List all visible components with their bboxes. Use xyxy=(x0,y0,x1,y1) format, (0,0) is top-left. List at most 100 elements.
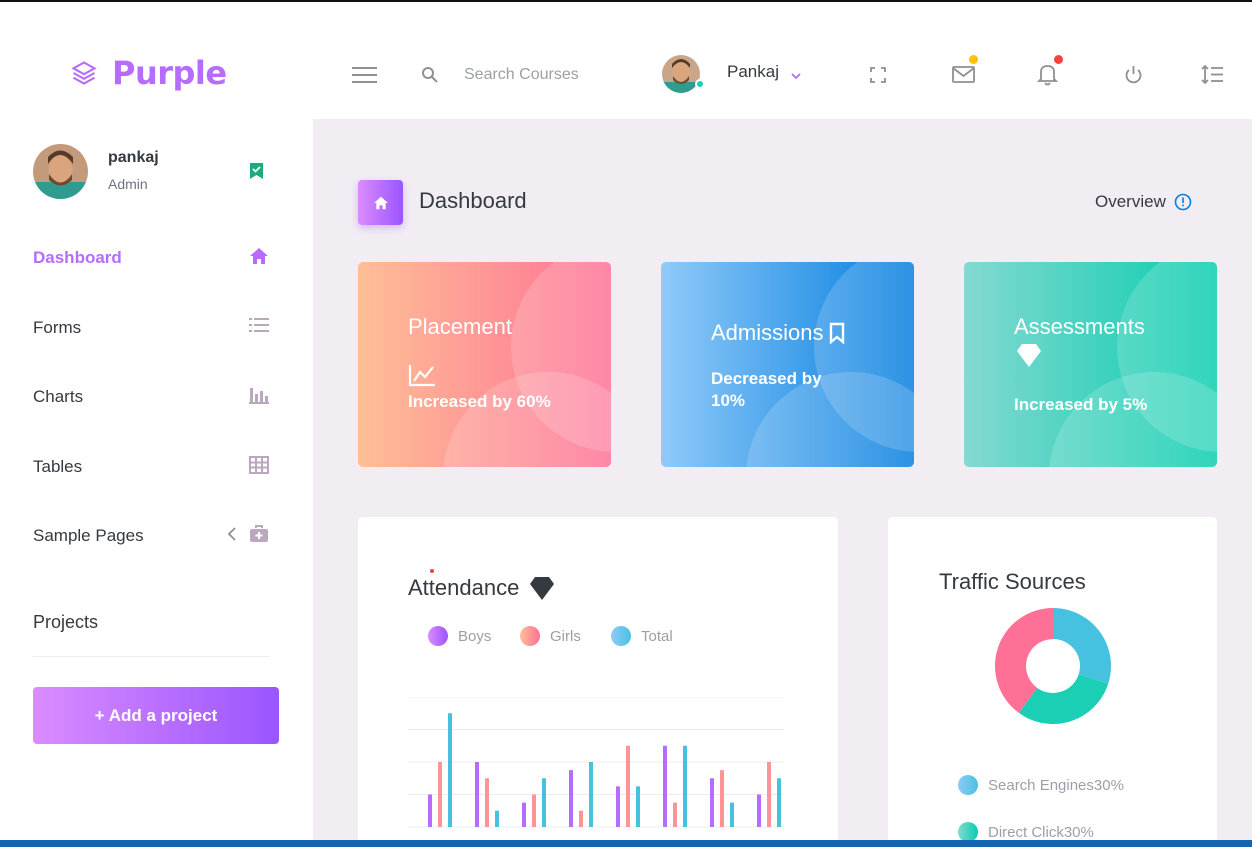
power-icon[interactable] xyxy=(1124,65,1143,90)
brand-name: Purple xyxy=(112,54,227,92)
card-subtitle: Decreased by 10% xyxy=(711,369,822,410)
bell-notification-dot xyxy=(1054,55,1063,64)
bar-girls xyxy=(767,762,771,827)
card-subtitle: Increased by 60% xyxy=(408,392,551,411)
legend-dot-search xyxy=(958,775,978,795)
legend-dot-girls xyxy=(520,626,540,646)
bar-girls xyxy=(485,778,489,827)
slice-search-engines xyxy=(1053,608,1111,684)
card-title: Placement xyxy=(408,314,512,339)
legend-dot-direct xyxy=(958,822,978,840)
bar-boys xyxy=(522,802,526,827)
bar-total xyxy=(683,745,687,827)
search-input[interactable]: Search Courses xyxy=(464,66,579,84)
page-title-icon xyxy=(358,180,403,225)
bell-icon[interactable] xyxy=(1036,62,1059,91)
sidebar-item-label: Charts xyxy=(33,387,84,406)
add-project-button[interactable]: + Add a project xyxy=(33,687,279,744)
placement-card[interactable]: Placement Increased by 60% xyxy=(358,262,611,467)
legend-label: Total xyxy=(641,627,673,645)
search-icon[interactable] xyxy=(421,66,439,89)
legend-label: Boys xyxy=(458,627,492,645)
traffic-panel: Traffic Sources Search Engines30% Direct… xyxy=(888,517,1217,840)
legend-dot-boys xyxy=(428,626,448,646)
legend-label: Girls xyxy=(550,627,581,645)
sidebar: pankaj Admin Dashboard Forms Charts Tabl… xyxy=(0,119,313,847)
profile-name: pankaj xyxy=(108,149,159,166)
chevron-left-icon xyxy=(227,527,236,546)
bar-total xyxy=(730,802,734,827)
sidebar-item-forms[interactable]: Forms xyxy=(33,313,273,343)
bar-chart-icon xyxy=(249,386,269,409)
assessments-card[interactable]: Assessments Increased by 5% xyxy=(964,262,1217,467)
top-navbar: Purple Search Courses Pankaj xyxy=(0,2,1252,119)
navbar-user-name[interactable]: Pankaj xyxy=(727,62,779,82)
diamond-icon xyxy=(1016,343,1042,373)
bar-girls xyxy=(673,802,677,827)
legend-direct-click: Direct Click30% xyxy=(958,822,1094,840)
attendance-bar-chart xyxy=(408,697,784,828)
chart-line-icon xyxy=(408,363,436,392)
bar-total xyxy=(636,786,640,827)
slice-direct-click xyxy=(1018,674,1109,724)
medical-bag-icon xyxy=(249,525,269,548)
card-title: Admissions xyxy=(711,320,824,345)
projects-heading: Projects xyxy=(33,612,99,632)
bar-girls xyxy=(532,794,536,827)
table-icon xyxy=(249,456,269,479)
bar-boys xyxy=(663,745,667,827)
card-decoration xyxy=(443,372,611,467)
sidebar-item-tables[interactable]: Tables xyxy=(33,452,273,482)
hamburger-icon xyxy=(352,67,377,83)
sidebar-item-label: Dashboard xyxy=(33,248,122,267)
mail-icon[interactable] xyxy=(952,64,975,89)
sidebar-item-charts[interactable]: Charts xyxy=(33,382,273,412)
profile-avatar[interactable] xyxy=(33,144,88,199)
bookmark-icon xyxy=(830,322,845,344)
overview-link[interactable]: Overview xyxy=(1095,192,1192,212)
bar-girls xyxy=(720,770,724,827)
navbar-avatar[interactable] xyxy=(661,54,705,94)
legend-search-engines: Search Engines30% xyxy=(958,775,1124,795)
bar-boys xyxy=(757,794,761,827)
traffic-title: Traffic Sources xyxy=(939,569,1086,594)
bar-total xyxy=(448,713,452,827)
bar-girls xyxy=(579,810,583,827)
bar-total xyxy=(777,778,781,827)
chevron-down-icon[interactable] xyxy=(790,68,802,86)
legend-boys: Boys xyxy=(428,626,491,646)
sidebar-item-label: Sample Pages xyxy=(33,526,144,545)
card-subtitle: Increased by 5% xyxy=(1014,395,1148,414)
mail-notification-dot xyxy=(969,55,978,64)
card-title: Assessments xyxy=(1014,314,1145,339)
sidebar-item-sample-pages[interactable]: Sample Pages xyxy=(33,521,273,551)
profile-role: Admin xyxy=(108,176,148,192)
bar-girls xyxy=(626,745,630,827)
sidebar-item-dashboard[interactable]: Dashboard xyxy=(33,243,273,273)
online-status-dot xyxy=(695,79,705,89)
bar-total xyxy=(542,778,546,827)
bar-boys xyxy=(569,770,573,827)
layers-icon xyxy=(71,61,97,85)
bar-boys xyxy=(710,778,714,827)
projects-divider xyxy=(33,656,269,657)
sidebar-item-label: Tables xyxy=(33,457,83,476)
attendance-panel: Attendance Boys Girls Total xyxy=(358,517,838,840)
bar-boys xyxy=(475,762,479,827)
sidebar-item-label: Forms xyxy=(33,318,82,337)
admissions-card[interactable]: Admissions Decreased by 10% xyxy=(661,262,914,467)
format-line-spacing-icon[interactable] xyxy=(1201,64,1224,89)
brand-logo[interactable]: Purple xyxy=(70,54,227,92)
bar-boys xyxy=(616,786,620,827)
attendance-title-row: Attendance xyxy=(408,575,555,601)
red-dot xyxy=(430,569,434,573)
diamond-icon xyxy=(530,576,555,600)
fullscreen-icon[interactable] xyxy=(870,67,886,88)
legend-total: Total xyxy=(611,626,673,646)
info-icon xyxy=(1174,193,1192,211)
list-icon xyxy=(249,317,269,338)
menu-toggle-button[interactable] xyxy=(352,66,377,89)
bar-total xyxy=(589,762,593,827)
legend-label: Direct Click30% xyxy=(988,823,1094,841)
attendance-title: Attendance xyxy=(408,575,520,600)
